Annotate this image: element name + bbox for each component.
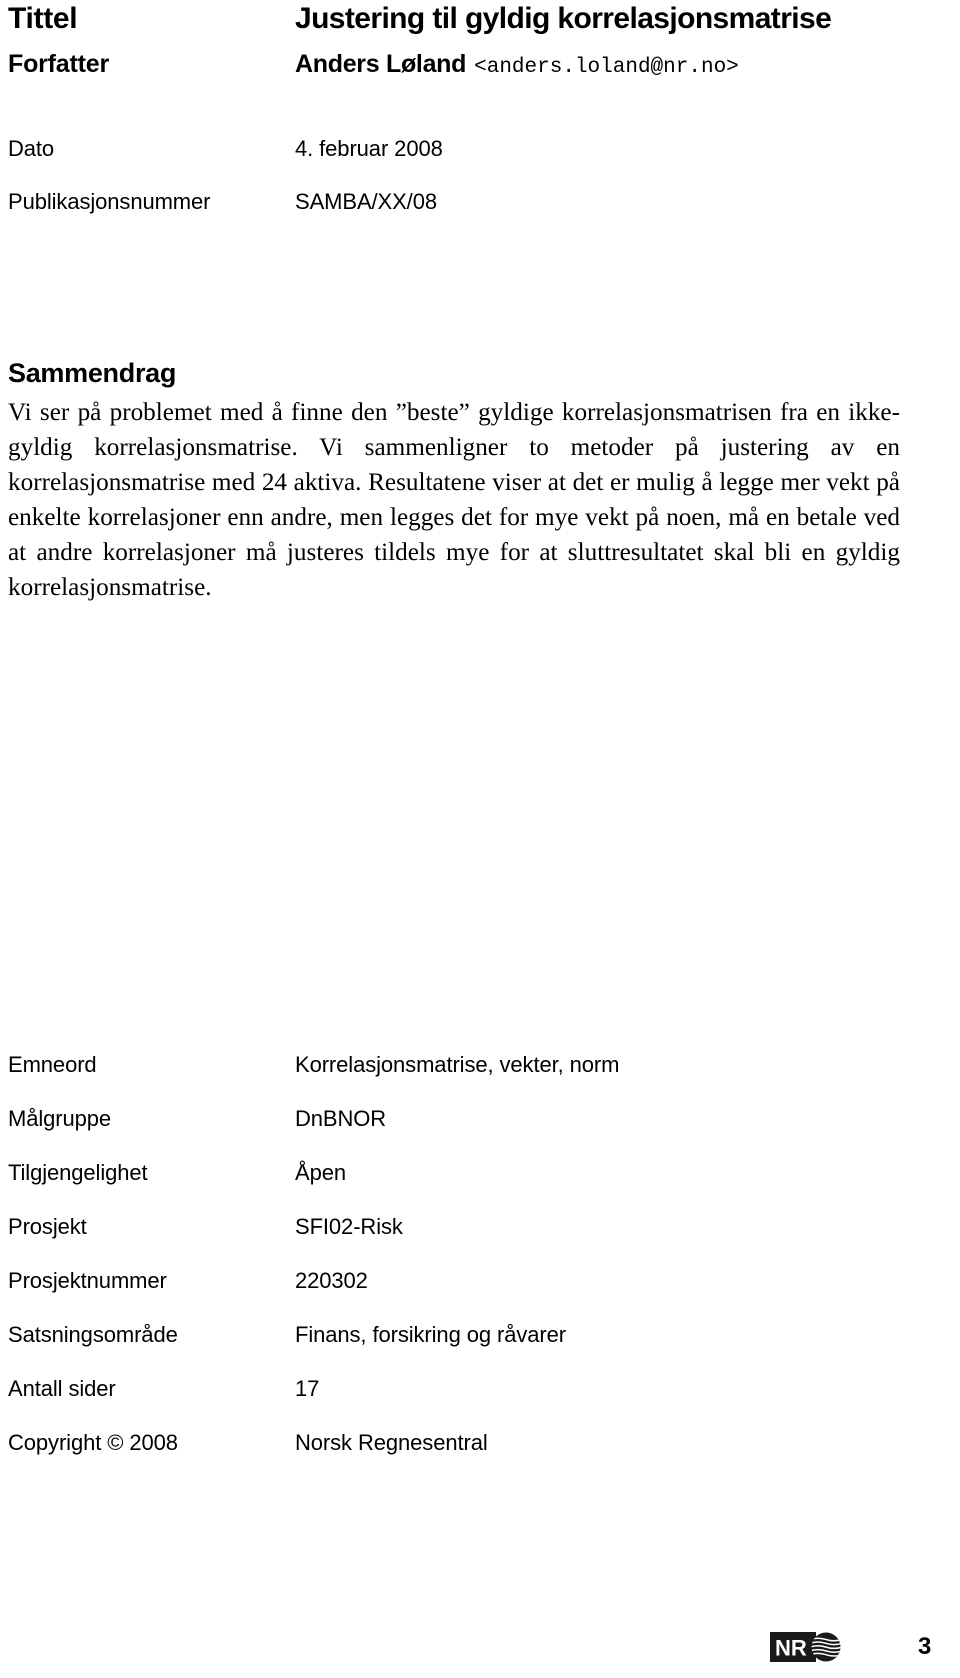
- value-emneord: Korrelasjonsmatrise, vekter, norm: [295, 1052, 620, 1077]
- value-satsningsomrade: Finans, forsikring og råvarer: [295, 1322, 566, 1347]
- abstract-body: Vi ser på problemet med å finne den ”bes…: [8, 399, 900, 601]
- value-copyright: Norsk Regnesentral: [295, 1430, 488, 1455]
- header-row-title: Tittel Justering til gyldig korrelasjons…: [8, 2, 952, 36]
- label-prosjekt: Prosjekt: [8, 1214, 87, 1239]
- meta-row-copyright: Copyright © 2008 Norsk Regnesentral: [8, 1430, 952, 1456]
- header-row-date: Dato 4. februar 2008: [8, 136, 952, 162]
- publication-number-value: SAMBA/XX/08: [295, 189, 437, 214]
- header-row-publication-number: Publikasjonsnummer SAMBA/XX/08: [8, 189, 952, 215]
- label-copyright: Copyright © 2008: [8, 1430, 178, 1455]
- author-value: Anders Løland <anders.loland@nr.no>: [295, 50, 952, 79]
- meta-row-satsningsomrade: Satsningsområde Finans, forsikring og rå…: [8, 1322, 952, 1348]
- nr-logo-icon: NR: [770, 1632, 841, 1662]
- value-antall-sider: 17: [295, 1376, 320, 1401]
- meta-row-tilgjengelighet: Tilgjengelighet Åpen: [8, 1160, 952, 1186]
- label-antall-sider: Antall sider: [8, 1376, 116, 1401]
- value-prosjekt: SFI02-Risk: [295, 1214, 403, 1239]
- label-tilgjengelighet: Tilgjengelighet: [8, 1160, 148, 1185]
- meta-row-emneord: Emneord Korrelasjonsmatrise, vekter, nor…: [8, 1052, 952, 1078]
- value-malgruppe: DnBNOR: [295, 1106, 387, 1131]
- svg-text:NR: NR: [775, 1636, 807, 1661]
- label-malgruppe: Målgruppe: [8, 1106, 112, 1131]
- header-row-author: Forfatter Anders Løland <anders.loland@nr…: [8, 50, 952, 79]
- label-prosjektnummer: Prosjektnummer: [8, 1268, 167, 1293]
- page-title: Justering til gyldig korrelasjonsmatrise: [295, 2, 832, 35]
- header-metadata-table: Tittel Justering til gyldig korrelasjons…: [8, 0, 952, 215]
- footer-metadata-table: Emneord Korrelasjonsmatrise, vekter, nor…: [8, 1052, 952, 1456]
- label-tittel: Tittel: [8, 2, 78, 35]
- page-number: 3: [918, 1633, 932, 1660]
- value-prosjektnummer: 220302: [295, 1268, 368, 1293]
- date-value: 4. februar 2008: [295, 136, 443, 161]
- meta-row-malgruppe: Målgruppe DnBNOR: [8, 1106, 952, 1132]
- author-name: Anders Løland: [295, 50, 467, 78]
- label-dato: Dato: [8, 136, 55, 161]
- author-email: <anders.loland@nr.no>: [474, 56, 739, 79]
- document-page: Tittel Justering til gyldig korrelasjons…: [0, 0, 960, 1678]
- page-footer: NR 3: [0, 1618, 960, 1678]
- meta-row-antall-sider: Antall sider 17: [8, 1376, 952, 1402]
- label-publikasjonsnummer: Publikasjonsnummer: [8, 189, 211, 214]
- meta-row-prosjekt: Prosjekt SFI02-Risk: [8, 1214, 952, 1240]
- abstract-heading: Sammendrag: [8, 358, 177, 388]
- label-satsningsomrade: Satsningsområde: [8, 1322, 178, 1347]
- value-tilgjengelighet: Åpen: [295, 1160, 346, 1185]
- label-forfatter: Forfatter: [8, 50, 109, 78]
- abstract-section: Sammendrag Vi ser på problemet med å fin…: [8, 358, 900, 605]
- label-emneord: Emneord: [8, 1052, 97, 1077]
- meta-row-prosjektnummer: Prosjektnummer 220302: [8, 1268, 952, 1294]
